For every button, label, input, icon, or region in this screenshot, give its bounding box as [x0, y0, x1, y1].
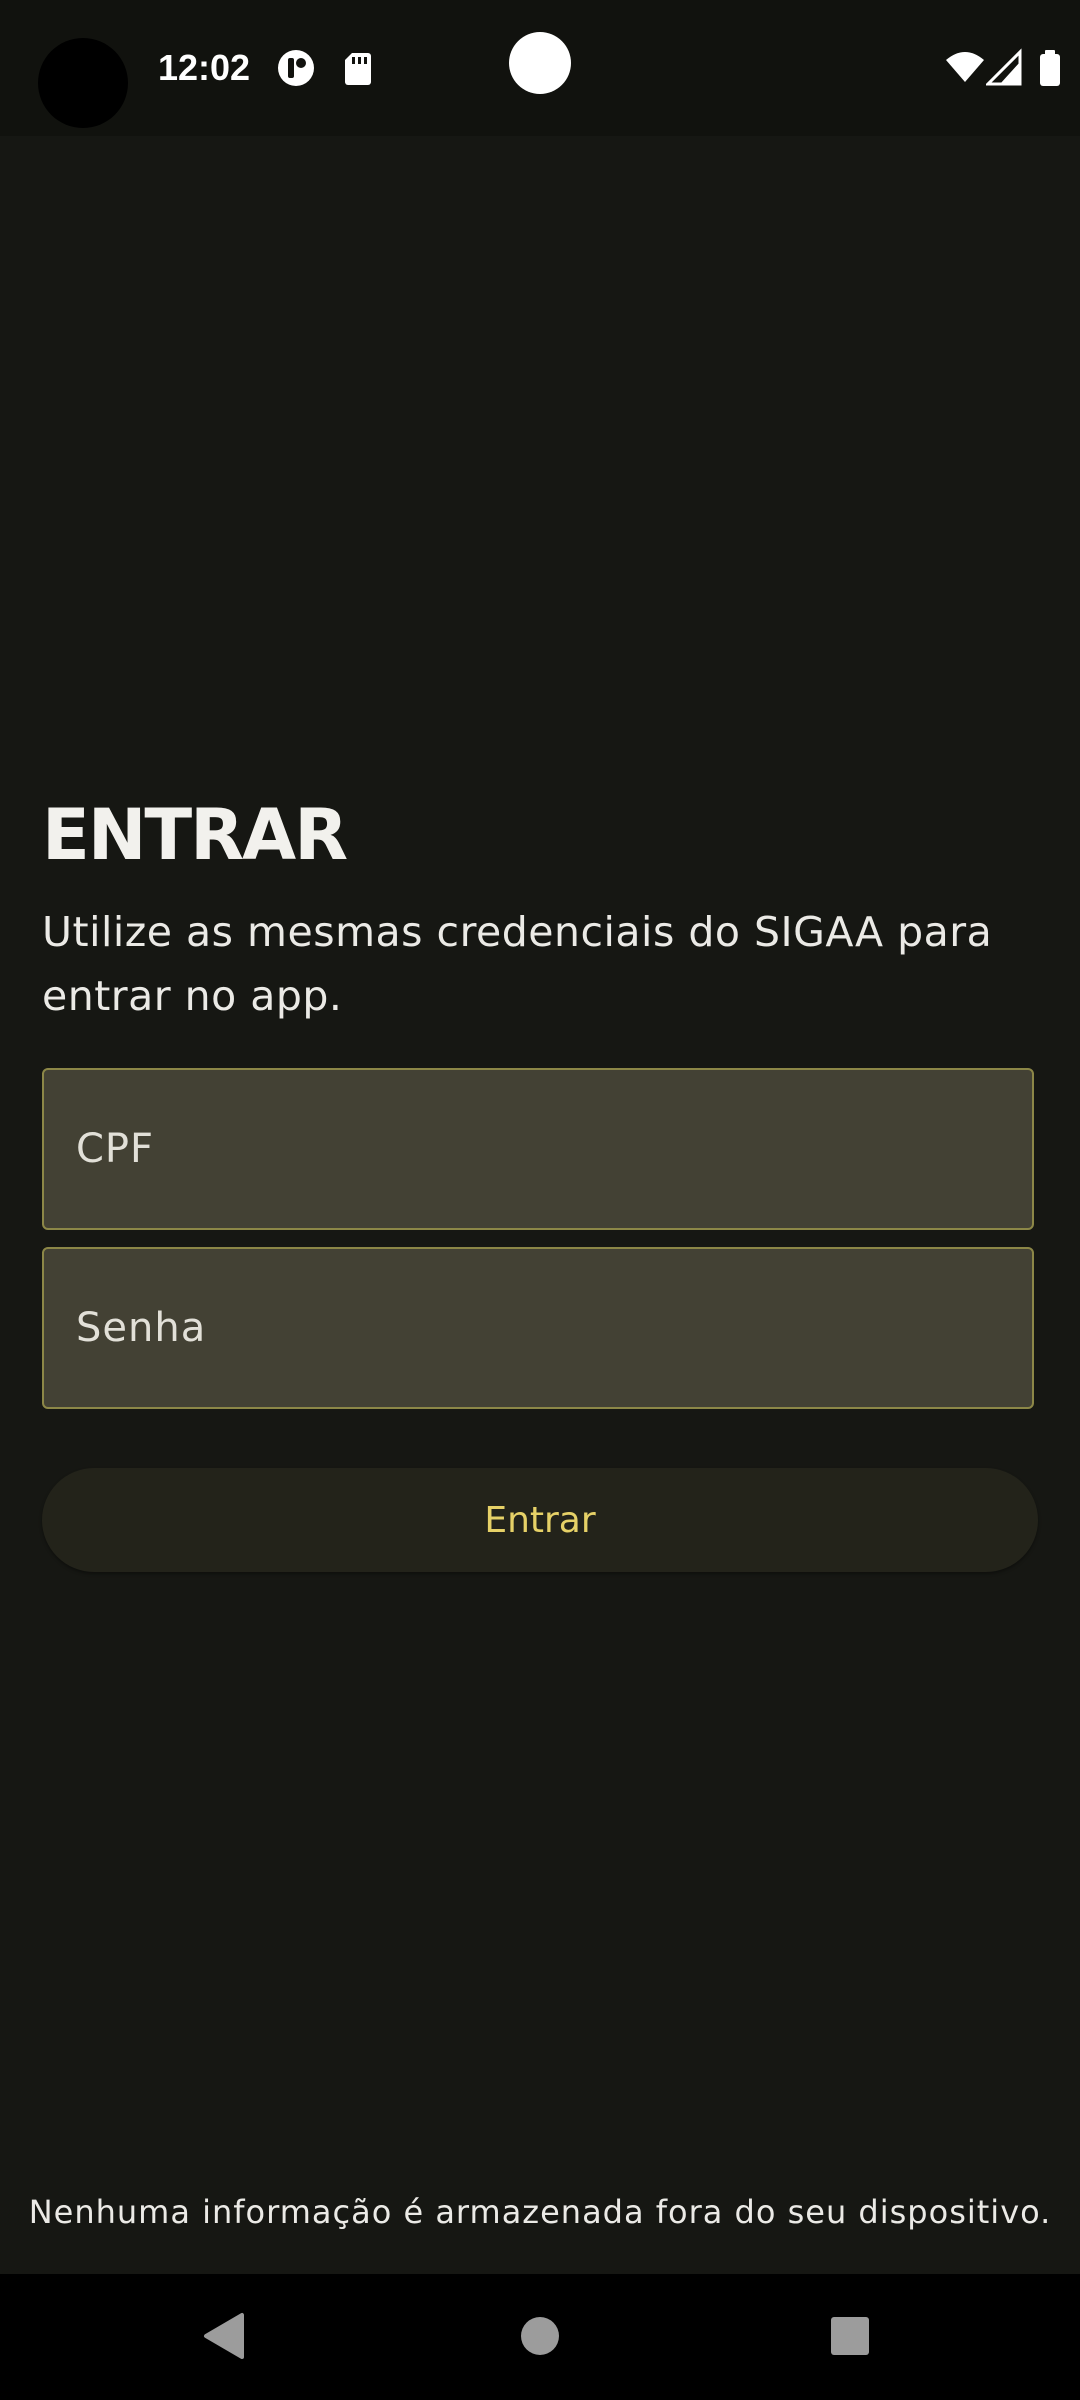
recents-icon[interactable] — [810, 2296, 890, 2376]
navigation-bar — [0, 2274, 1080, 2400]
camera-cutout — [38, 38, 128, 128]
back-icon[interactable] — [184, 2296, 264, 2376]
login-button[interactable]: Entrar — [42, 1468, 1038, 1572]
privacy-note: Nenhuma informação é armazenada fora do … — [28, 2193, 1052, 2231]
cpf-input[interactable] — [44, 1070, 1032, 1228]
cpf-field[interactable] — [42, 1068, 1034, 1230]
sd-card-icon — [338, 48, 378, 88]
notification-app-icon — [276, 48, 316, 88]
wifi-icon — [944, 48, 986, 88]
login-instructions: Utilize as mesmas credenciais do SIGAA p… — [42, 908, 993, 1020]
home-icon[interactable] — [500, 2296, 580, 2376]
status-bar: 12:02 — [0, 0, 1080, 136]
password-input[interactable] — [44, 1249, 1032, 1407]
front-camera-dot — [509, 32, 571, 94]
password-field[interactable] — [42, 1247, 1034, 1409]
cell-signal-icon — [984, 48, 1026, 88]
page-title: ENTRAR — [42, 794, 348, 876]
battery-icon — [1036, 48, 1064, 88]
status-time: 12:02 — [158, 47, 251, 88]
login-screen: 12:02 ENTRAR Utilize as mesmas credencia… — [0, 0, 1080, 2400]
